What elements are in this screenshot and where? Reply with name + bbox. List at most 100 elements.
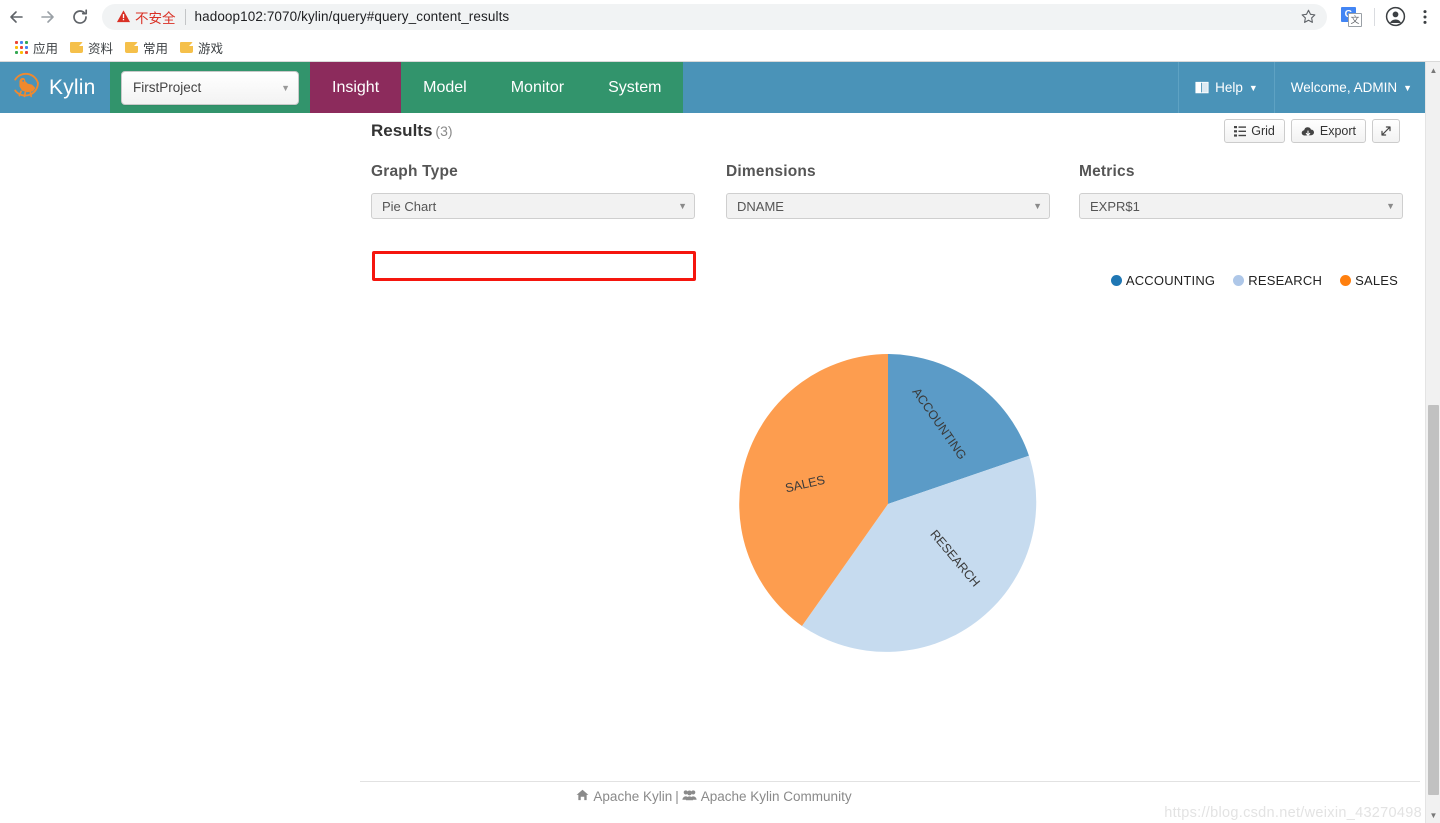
header-spacer [683, 62, 1179, 113]
bookmark-youxi[interactable]: 游戏 [176, 35, 231, 60]
graph-type-value: Pie Chart [382, 198, 437, 214]
chart-legend: ACCOUNTING RESEARCH SALES [1110, 273, 1398, 288]
graph-type-select[interactable]: Pie Chart ▼ [371, 193, 695, 219]
legend-label: RESEARCH [1248, 273, 1323, 288]
dimensions-select[interactable]: DNAME ▼ [726, 193, 1050, 219]
folder-icon [180, 42, 194, 53]
bookmark-label: 应用 [33, 42, 59, 56]
footer-link-community[interactable]: Apache Kylin Community [701, 789, 852, 804]
tab-insight[interactable]: Insight [310, 62, 402, 113]
grid-button[interactable]: Grid [1224, 119, 1285, 143]
browser-nav-row: 不安全 hadoop102:7070/kylin/query#query_con… [0, 0, 1440, 33]
metrics-column: Metrics EXPR$1 ▼ [1079, 163, 1403, 219]
bookmark-ziliao[interactable]: 资料 [66, 35, 121, 60]
page-scrollbar[interactable]: ▲ ▼ [1425, 62, 1440, 823]
footer-separator: | [675, 789, 679, 804]
brand-name: Kylin [49, 75, 96, 99]
address-bar[interactable]: 不安全 hadoop102:7070/kylin/query#query_con… [102, 3, 1327, 30]
legend-item-sales[interactable]: SALES [1340, 273, 1398, 288]
project-select[interactable]: FirstProject ▼ [121, 70, 299, 105]
legend-dot-icon [1233, 275, 1245, 286]
security-label: 不安全 [135, 10, 176, 26]
chevron-down-icon: ▼ [1403, 82, 1412, 93]
results-buttons: Grid Export [1224, 119, 1400, 143]
expand-arrows-icon [1381, 126, 1391, 136]
security-warning[interactable]: 不安全 [116, 7, 176, 27]
watermark: https://blog.csdn.net/weixin_43270498 [1164, 805, 1422, 821]
dimensions-label: Dimensions [726, 163, 816, 180]
brand[interactable]: Kylin [0, 62, 110, 113]
apps-grid-icon [14, 41, 28, 55]
help-menu[interactable]: Help ▼ [1178, 62, 1274, 113]
project-selector-wrap: FirstProject ▼ [110, 62, 310, 113]
forward-arrow-icon[interactable] [32, 1, 64, 33]
results-title-text: Results [371, 121, 433, 140]
bookmark-apps[interactable]: 应用 [10, 35, 66, 60]
chevron-down-icon: ▼ [1386, 201, 1395, 211]
translate-icon[interactable]: G 文 [1341, 6, 1363, 28]
kylin-logo-icon [14, 72, 39, 97]
browser-chrome: 不安全 hadoop102:7070/kylin/query#query_con… [0, 0, 1440, 62]
export-button[interactable]: Export [1290, 119, 1366, 143]
dimensions-value: DNAME [737, 198, 784, 214]
legend-item-research[interactable]: RESEARCH [1233, 273, 1322, 288]
url-text: hadoop102:7070/kylin/query#query_content… [194, 9, 510, 24]
bookmark-changyong[interactable]: 常用 [121, 35, 176, 60]
bookmark-star-icon[interactable] [1295, 4, 1321, 30]
tab-label: Model [423, 78, 467, 96]
results-title: Results (3) [371, 121, 453, 141]
tab-system[interactable]: System [586, 62, 684, 113]
metrics-select[interactable]: EXPR$1 ▼ [1079, 193, 1403, 219]
legend-item-accounting[interactable]: ACCOUNTING [1110, 273, 1215, 288]
page-body: Results (3) Grid Export Graph Type Pie C… [0, 113, 1428, 823]
omnibox-divider [184, 8, 186, 25]
users-group-icon [682, 790, 697, 801]
scroll-down-arrow-icon[interactable]: ▼ [1426, 807, 1440, 823]
pie-chart-svg: ACCOUNTING RESEARCH SALES [739, 354, 1037, 652]
tab-model[interactable]: Model [401, 62, 489, 113]
reload-icon[interactable] [64, 1, 96, 33]
user-menu[interactable]: Welcome, ADMIN ▼ [1273, 62, 1428, 113]
tab-monitor[interactable]: Monitor [488, 62, 587, 113]
toolbar-divider [1374, 7, 1375, 26]
tab-label: Monitor [510, 78, 565, 96]
footer-link-kylin[interactable]: Apache Kylin [593, 789, 672, 804]
pie-chart: ACCOUNTING RESEARCH SALES [737, 353, 1039, 655]
nav-tabs: Insight Model Monitor System [310, 62, 684, 113]
expand-button[interactable] [1372, 119, 1400, 143]
grid-button-label: Grid [1251, 124, 1275, 138]
project-select-value: FirstProject [133, 80, 202, 95]
graph-type-column: Graph Type Pie Chart ▼ [371, 163, 695, 219]
results-count: (3) [435, 123, 453, 139]
graph-type-label: Graph Type [371, 163, 458, 180]
app-header: Kylin FirstProject ▼ Insight Model Monit… [0, 62, 1428, 113]
footer: Apache Kylin | Apache Kylin Community [0, 789, 1428, 804]
metrics-value: EXPR$1 [1090, 198, 1140, 214]
metrics-label: Metrics [1079, 163, 1135, 180]
chevron-down-icon: ▼ [1033, 201, 1042, 211]
tab-label: Insight [332, 78, 380, 96]
dimensions-column: Dimensions DNAME ▼ [726, 163, 1050, 219]
list-grid-icon [1234, 125, 1247, 137]
bookmarks-bar: 应用 资料 常用 游戏 [0, 33, 1440, 62]
scroll-up-arrow-icon[interactable]: ▲ [1426, 62, 1440, 78]
warning-triangle-icon [116, 10, 131, 23]
back-arrow-icon[interactable] [0, 1, 32, 33]
chevron-down-icon: ▼ [281, 82, 290, 93]
translate-target-glyph: 文 [1348, 12, 1362, 27]
three-dot-menu-icon[interactable] [1410, 2, 1440, 32]
folder-icon [125, 42, 139, 53]
scrollbar-thumb[interactable] [1428, 405, 1439, 795]
tab-label: System [608, 78, 662, 96]
bookmark-label: 资料 [88, 42, 114, 56]
help-label: Help [1215, 80, 1243, 95]
profile-avatar-icon[interactable] [1380, 2, 1410, 32]
legend-dot-icon [1110, 275, 1122, 286]
home-icon [577, 789, 589, 801]
folder-icon [70, 42, 84, 53]
bookmark-label: 常用 [143, 42, 169, 56]
export-button-label: Export [1319, 124, 1356, 138]
header-right: Help ▼ Welcome, ADMIN ▼ [1178, 62, 1428, 113]
chevron-down-icon: ▼ [1248, 82, 1258, 93]
user-label: Welcome, ADMIN [1290, 80, 1398, 95]
